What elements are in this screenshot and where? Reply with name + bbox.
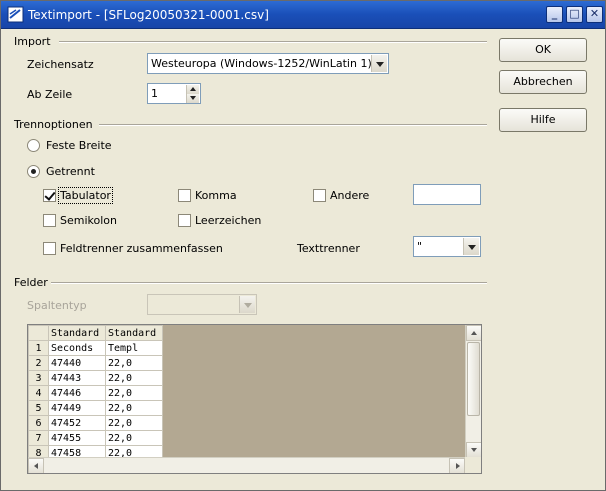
text-delimiter-value: " [417, 240, 423, 253]
fixed-width-label[interactable]: Feste Breite [46, 139, 112, 152]
other-label[interactable]: Andere [330, 189, 369, 202]
scroll-right-icon[interactable] [449, 458, 465, 473]
text-delimiter-label: Texttrenner [297, 242, 360, 255]
fields-section-label: Felder [14, 276, 48, 289]
column-type-dropdown[interactable] [147, 294, 257, 315]
merge-delimiters-label[interactable]: Feldtrenner zusammenfassen [60, 242, 223, 255]
fixed-width-radio[interactable] [27, 139, 40, 152]
table-cell: 22,0 [105, 415, 163, 431]
separator-options-label: Trennoptionen [14, 118, 93, 131]
table-cell: 47440 [48, 355, 106, 371]
semicolon-checkbox[interactable] [43, 214, 56, 227]
row-number: 6 [28, 415, 49, 431]
separated-label[interactable]: Getrennt [46, 165, 95, 178]
preview-table: Standard Standard 1 Seconds Templ 2 4744… [28, 325, 163, 461]
separator-options-separator [99, 124, 487, 126]
table-cell: 22,0 [105, 430, 163, 446]
text-delimiter-dropdown[interactable]: " [413, 236, 481, 257]
comma-checkbox[interactable] [178, 189, 191, 202]
row-number: 5 [28, 400, 49, 416]
cancel-button[interactable]: Abbrechen [499, 70, 587, 94]
space-checkbox[interactable] [178, 214, 191, 227]
charset-dropdown-arrow-icon[interactable] [371, 55, 387, 72]
row-number: 2 [28, 355, 49, 371]
charset-dropdown[interactable]: Westeuropa (Windows-1252/WinLatin 1) [147, 53, 389, 74]
scroll-left-icon[interactable] [28, 458, 44, 473]
tab-checkbox[interactable] [43, 189, 56, 202]
table-row: 1 Seconds Templ [28, 340, 163, 356]
row-number: 3 [28, 370, 49, 386]
minimize-icon: _ [551, 7, 558, 20]
table-row: 4 47446 22,0 [28, 385, 163, 401]
help-button[interactable]: Hilfe [499, 108, 587, 132]
spin-up-icon[interactable] [186, 85, 199, 94]
table-cell: 22,0 [105, 385, 163, 401]
table-row: 6 47452 22,0 [28, 415, 163, 431]
column-type-label: Spaltentyp [27, 299, 87, 312]
row-number: 7 [28, 430, 49, 446]
title-bar[interactable]: Textimport - [SFLog20050321-0001.csv] _ … [1, 1, 605, 29]
table-cell: 47443 [48, 370, 106, 386]
import-separator [59, 41, 487, 43]
from-row-value: 1 [151, 87, 158, 100]
preview-header-row: Standard Standard [28, 325, 163, 341]
charset-label: Zeichensatz [27, 58, 94, 71]
fields-separator [51, 282, 487, 284]
from-row-label: Ab Zeile [27, 88, 73, 101]
horizontal-scrollbar[interactable] [28, 457, 465, 473]
table-cell: 47455 [48, 430, 106, 446]
minimize-button[interactable]: _ [546, 6, 563, 23]
text-delimiter-arrow-icon[interactable] [463, 238, 479, 255]
close-button[interactable]: ✕ [586, 6, 603, 23]
column-type-arrow-icon[interactable] [239, 296, 255, 313]
other-checkbox[interactable] [313, 189, 326, 202]
table-cell: 47452 [48, 415, 106, 431]
vertical-scroll-thumb[interactable] [467, 342, 480, 416]
space-label[interactable]: Leerzeichen [195, 214, 261, 227]
table-row: 3 47443 22,0 [28, 370, 163, 386]
maximize-icon: □ [569, 7, 580, 20]
semicolon-label[interactable]: Semikolon [60, 214, 117, 227]
row-number: 4 [28, 385, 49, 401]
table-row: 7 47455 22,0 [28, 430, 163, 446]
column-header[interactable]: Standard [48, 325, 106, 341]
close-icon: ✕ [589, 7, 600, 20]
table-cell: 22,0 [105, 370, 163, 386]
table-row: 2 47440 22,0 [28, 355, 163, 371]
table-cell: 47446 [48, 385, 106, 401]
preview-grid[interactable]: Standard Standard 1 Seconds Templ 2 4744… [27, 324, 482, 474]
maximize-button[interactable]: □ [566, 6, 583, 23]
scroll-down-icon[interactable] [466, 442, 481, 458]
table-row: 5 47449 22,0 [28, 400, 163, 416]
scrollbar-corner [465, 457, 481, 473]
grid-corner [28, 325, 49, 341]
comma-label[interactable]: Komma [195, 189, 237, 202]
table-cell: 22,0 [105, 355, 163, 371]
column-header[interactable]: Standard [105, 325, 163, 341]
separated-radio[interactable] [27, 165, 40, 178]
spin-down-icon[interactable] [186, 94, 199, 103]
vertical-scrollbar[interactable] [465, 325, 481, 458]
from-row-spinner[interactable]: 1 [147, 83, 201, 104]
other-input[interactable] [413, 184, 481, 205]
table-cell: Templ [105, 340, 163, 356]
table-cell: Seconds [48, 340, 106, 356]
import-section-label: Import [14, 35, 51, 48]
window-title: Textimport - [SFLog20050321-0001.csv] [28, 8, 269, 22]
table-cell: 47449 [48, 400, 106, 416]
tab-label[interactable]: Tabulator [58, 187, 113, 204]
ok-button[interactable]: OK [499, 38, 587, 62]
scroll-up-icon[interactable] [466, 325, 481, 341]
app-icon [7, 6, 24, 23]
merge-delimiters-checkbox[interactable] [43, 242, 56, 255]
row-number: 1 [28, 340, 49, 356]
textimport-dialog: Textimport - [SFLog20050321-0001.csv] _ … [0, 0, 606, 491]
charset-value: Westeuropa (Windows-1252/WinLatin 1) [151, 57, 372, 70]
table-cell: 22,0 [105, 400, 163, 416]
